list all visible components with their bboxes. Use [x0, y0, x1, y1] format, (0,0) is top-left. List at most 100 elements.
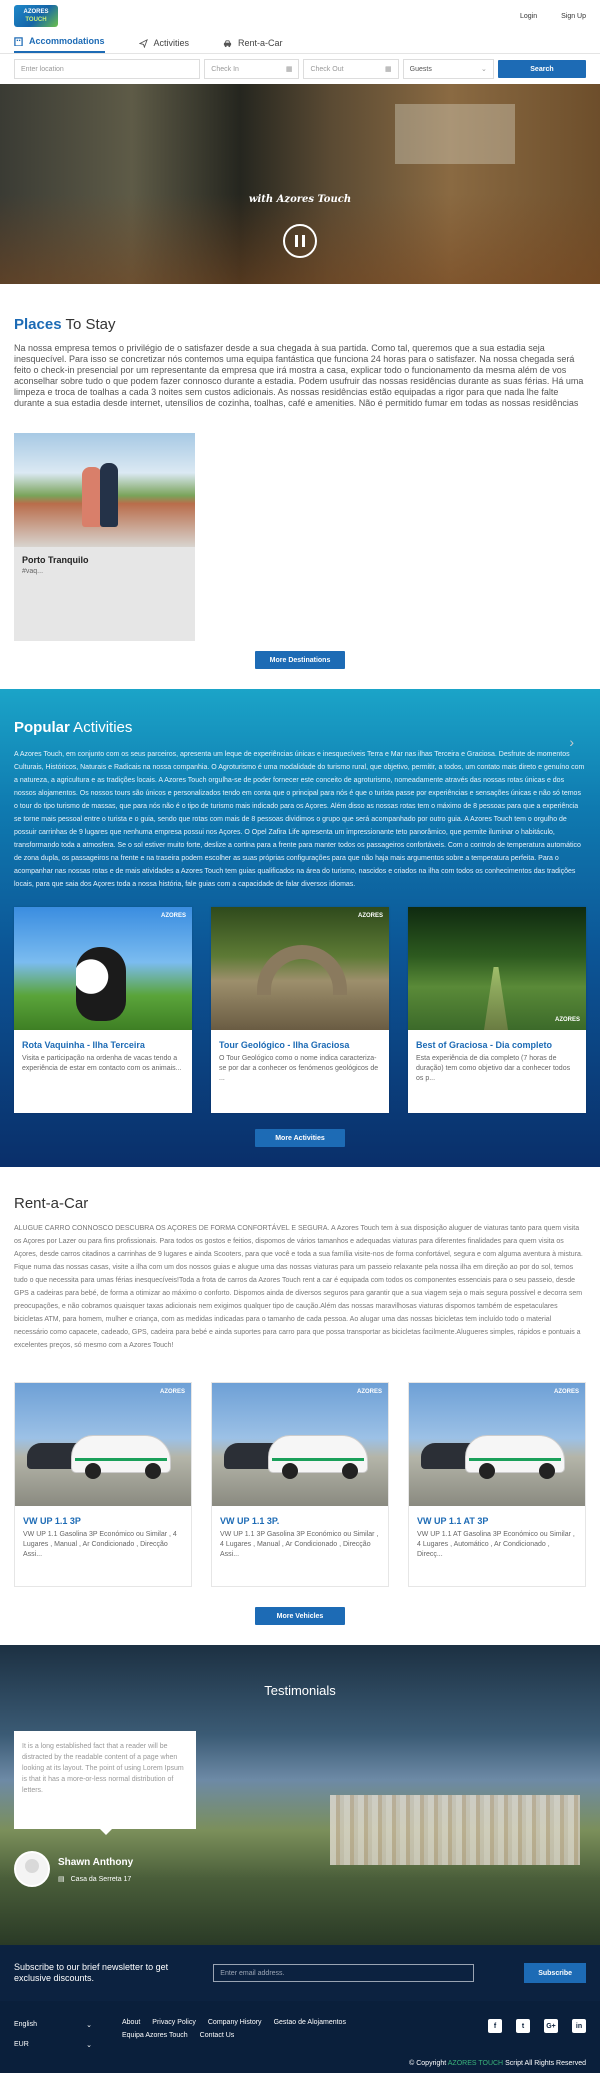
language-select[interactable]: English ⌄	[14, 2021, 92, 2029]
testimonial-name: Shawn Anthony	[58, 1857, 134, 1868]
checkout-input[interactable]: Check Out ▦	[303, 59, 399, 79]
activity-title: Best of Graciosa - Dia completo	[416, 1040, 553, 1050]
footer: English ⌄ EUR ⌄ About Privacy Policy Compa…	[0, 2001, 600, 2073]
activities-title: Popular Activities	[14, 719, 133, 736]
activity-card[interactable]: AZORES Rota Vaquinha - Ilha Terceira Vis…	[14, 907, 192, 1113]
copyright: © Copyright AZORES TOUCH Script All Righ…	[409, 2060, 586, 2067]
carousel-next-icon[interactable]: ›	[569, 734, 574, 750]
linkedin-icon[interactable]: in	[572, 2019, 586, 2033]
building-icon	[14, 36, 23, 46]
guests-select[interactable]: Guests ⌄	[402, 59, 494, 79]
vehicle-title: VW UP 1.1 3P.	[220, 1516, 280, 1526]
tab-label: Activities	[153, 38, 190, 48]
town-background	[330, 1795, 580, 1865]
place-image	[14, 433, 195, 547]
chevron-down-icon: ⌄	[86, 2042, 92, 2049]
signup-link[interactable]: Sign Up	[561, 13, 586, 20]
vehicle-card[interactable]: AZORES VW UP 1.1 AT 3P VW UP 1.1 AT Gaso…	[408, 1382, 586, 1587]
vehicle-image: AZORES	[212, 1383, 388, 1506]
places-title: Places To Stay	[14, 316, 116, 333]
currency-value: EUR	[14, 2041, 29, 2048]
currency-select[interactable]: EUR ⌄	[14, 2041, 92, 2049]
vehicle-cards: AZORES VW UP 1.1 3P VW UP 1.1 Gasolina 3…	[14, 1382, 586, 1587]
subscribe-button[interactable]: Subscribe	[524, 1963, 586, 1983]
calendar-icon: ▦	[385, 66, 392, 73]
tab-rent-a-car[interactable]: Rent-a-Car	[223, 38, 283, 53]
vehicle-text: VW UP 1.1 Gasolina 3P Económico ou Simil…	[23, 1531, 177, 1558]
activity-card[interactable]: AZORES Tour Geológico - Ilha Graciosa O …	[211, 907, 389, 1113]
newsletter-text: Subscribe to our brief newsletter to get…	[14, 1962, 169, 1983]
tab-accommodations[interactable]: Accommodations	[14, 36, 105, 53]
activity-text: Esta experiência de dia completo (7 hora…	[416, 1055, 571, 1082]
location-placeholder: Enter location	[21, 65, 64, 73]
activity-text: Visita e participação na ordenha de vaca…	[22, 1055, 182, 1072]
calendar-icon: ▦	[285, 66, 293, 73]
activities-section: Popular Activities A Azores Touch, em co…	[0, 689, 600, 1167]
hero-video: with Azores Touch	[0, 84, 600, 284]
rent-description: ALUGUE CARRO CONNOSCO DESCUBRA OS AÇORES…	[14, 1225, 583, 1349]
chevron-down-icon: ⌄	[86, 2022, 92, 2029]
twitter-icon[interactable]: t	[516, 2019, 530, 2033]
tab-activities[interactable]: Activities	[138, 38, 190, 53]
vehicle-text: VW UP 1.1 AT Gasolina 3P Económico ou Si…	[417, 1531, 575, 1558]
newsletter-placeholder: Enter email address.	[220, 1969, 285, 1977]
building-icon: ▤	[58, 1876, 65, 1883]
footer-link-equipa[interactable]: Equipa Azores Touch	[122, 2032, 188, 2039]
hero-tagline: with Azores Touch	[248, 194, 352, 205]
vehicle-title: VW UP 1.1 AT 3P	[417, 1516, 489, 1526]
chevron-down-icon: ⌄	[481, 66, 487, 73]
checkin-placeholder: Check In	[211, 65, 239, 73]
paper-plane-icon	[138, 38, 148, 48]
footer-link-contact[interactable]: Contact Us	[200, 2032, 235, 2039]
booking-tabs: Accommodations Activities Rent-a-Car	[0, 32, 600, 54]
more-destinations-button[interactable]: More Destinations	[255, 651, 345, 669]
azores-touch-logo[interactable]: AZORES TOUCH	[14, 5, 58, 27]
vehicle-card[interactable]: AZORES VW UP 1.1 3P. VW UP 1.1 3P Gasoli…	[211, 1382, 389, 1587]
vehicle-image: AZORES	[409, 1383, 585, 1506]
place-name: Porto Tranquilo	[22, 555, 89, 565]
activity-title: Tour Geológico - Ilha Graciosa	[219, 1040, 350, 1050]
vehicle-card[interactable]: AZORES VW UP 1.1 3P VW UP 1.1 Gasolina 3…	[14, 1382, 192, 1587]
facebook-icon[interactable]: f	[488, 2019, 502, 2033]
search-button[interactable]: Search	[497, 60, 587, 78]
pause-icon	[302, 235, 305, 247]
testimonial-quote: It is a long established fact that a rea…	[14, 1731, 196, 1835]
avatar	[14, 1851, 50, 1887]
footer-links: About Privacy Policy Company History Ges…	[122, 2019, 382, 2039]
vehicle-title: VW UP 1.1 3P	[23, 1516, 81, 1526]
language-value: English	[14, 2021, 37, 2028]
activity-image: AZORES	[14, 907, 192, 1030]
activities-description: A Azores Touch, em conjunto com os seus …	[14, 751, 585, 888]
activity-card[interactable]: AZORES Best of Graciosa - Dia completo E…	[408, 907, 586, 1113]
places-description: Na nossa empresa temos o privilégio de o…	[14, 343, 584, 408]
tab-label: Accommodations	[29, 36, 105, 46]
vehicle-text: VW UP 1.1 3P Gasolina 3P Económico ou Si…	[220, 1531, 379, 1558]
place-desc: #vaq...	[22, 568, 44, 575]
guests-value: Guests	[409, 65, 432, 73]
testimonial-place-label: Casa da Serreta 17	[70, 1875, 132, 1883]
location-input[interactable]: Enter location	[14, 59, 201, 79]
places-section: Places To Stay Na nossa empresa temos o …	[0, 284, 600, 750]
login-link[interactable]: Login	[520, 13, 537, 20]
testimonial-place: ▤ Casa da Serreta 17	[58, 1875, 132, 1884]
pause-button[interactable]	[283, 224, 317, 258]
activity-image: AZORES	[408, 907, 586, 1030]
newsletter-email-input[interactable]: Enter email address.	[213, 1964, 475, 1982]
newsletter-bar: Subscribe to our brief newsletter to get…	[0, 1945, 600, 2001]
more-vehicles-button[interactable]: More Vehicles	[255, 1607, 345, 1625]
activity-text: O Tour Geológico como o nome indica cara…	[219, 1055, 379, 1082]
vehicle-image: AZORES	[15, 1383, 191, 1506]
more-activities-button[interactable]: More Activities	[255, 1129, 345, 1147]
activity-title: Rota Vaquinha - Ilha Terceira	[22, 1040, 145, 1050]
auth-links: Login Sign Up	[520, 13, 586, 20]
google-plus-icon[interactable]: G+	[544, 2019, 558, 2033]
place-card[interactable]: Porto Tranquilo #vaq...	[14, 433, 195, 641]
hero-window	[395, 104, 515, 164]
search-bar: Enter location Check In ▦ Check Out ▦ Gues…	[0, 54, 600, 84]
testimonials-title: Testimonials	[264, 1683, 336, 1698]
activity-image: AZORES	[211, 907, 389, 1030]
tab-label: Rent-a-Car	[238, 38, 283, 48]
checkin-input[interactable]: Check In ▦	[204, 59, 300, 79]
rent-a-car-section: Rent-a-Car ALUGUE CARRO CONNOSCO DESCUBR…	[0, 1167, 600, 1645]
pause-icon	[295, 235, 298, 247]
